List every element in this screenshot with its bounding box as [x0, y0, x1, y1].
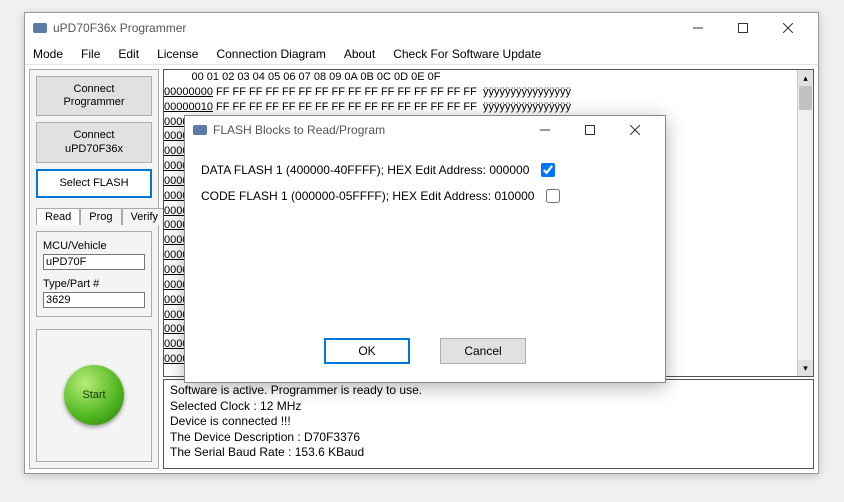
dialog-maximize-button[interactable]: [567, 115, 612, 145]
start-zone: Start: [36, 329, 152, 462]
log-line: Selected Clock : 12 MHz: [170, 399, 807, 415]
flash-option-2: CODE FLASH 1 (000000-05FFFF); HEX Edit A…: [201, 186, 649, 206]
cancel-button[interactable]: Cancel: [440, 338, 526, 364]
type-input[interactable]: [43, 292, 145, 308]
scroll-up-icon[interactable]: ▴: [798, 70, 813, 86]
dialog-titlebar[interactable]: FLASH Blocks to Read/Program: [185, 116, 665, 144]
dialog-body: DATA FLASH 1 (400000-40FFFF); HEX Edit A…: [185, 144, 665, 326]
menu-update[interactable]: Check For Software Update: [393, 47, 541, 61]
flash-option-2-label: CODE FLASH 1 (000000-05FFFF); HEX Edit A…: [201, 189, 534, 203]
dialog-buttons: OK Cancel: [185, 326, 665, 382]
flash-option-1: DATA FLASH 1 (400000-40FFFF); HEX Edit A…: [201, 160, 649, 180]
ok-button[interactable]: OK: [324, 338, 410, 364]
window-controls: [675, 13, 810, 43]
log-line: The Serial Baud Rate : 153.6 KBaud: [170, 445, 807, 461]
hex-scrollbar[interactable]: ▴ ▾: [797, 70, 813, 376]
mcu-label: MCU/Vehicle: [43, 240, 145, 252]
menu-license[interactable]: License: [157, 47, 198, 61]
tab-prog[interactable]: Prog: [80, 208, 121, 225]
hex-header: 00 01 02 03 04 05 06 07 08 09 0A 0B 0C 0…: [164, 70, 813, 85]
tab-read[interactable]: Read: [36, 208, 80, 225]
flash-option-1-checkbox[interactable]: [541, 163, 555, 177]
menu-edit[interactable]: Edit: [118, 47, 139, 61]
start-button[interactable]: Start: [64, 365, 124, 425]
mcu-input[interactable]: [43, 254, 145, 270]
dialog-close-button[interactable]: [612, 115, 657, 145]
main-titlebar[interactable]: uPD70F36x Programmer: [25, 13, 818, 43]
action-tabs: Read Prog Verify: [36, 208, 152, 225]
status-log: Software is active. Programmer is ready …: [163, 379, 814, 469]
minimize-button[interactable]: [675, 13, 720, 43]
log-line: Device is connected !!!: [170, 414, 807, 430]
maximize-button[interactable]: [720, 13, 765, 43]
flash-blocks-dialog: FLASH Blocks to Read/Program DATA FLASH …: [184, 115, 666, 383]
app-icon: [33, 23, 47, 33]
window-title: uPD70F36x Programmer: [53, 21, 675, 35]
connect-device-button[interactable]: Connect uPD70F36x: [36, 122, 152, 162]
log-line: Software is active. Programmer is ready …: [170, 383, 807, 399]
flash-option-1-label: DATA FLASH 1 (400000-40FFFF); HEX Edit A…: [201, 163, 529, 177]
dialog-title: FLASH Blocks to Read/Program: [213, 123, 522, 137]
connect-programmer-button[interactable]: Connect Programmer: [36, 76, 152, 116]
flash-option-2-checkbox[interactable]: [546, 189, 560, 203]
select-flash-button[interactable]: Select FLASH: [36, 169, 152, 198]
close-button[interactable]: [765, 13, 810, 43]
log-line: The Device Description : D70F3376: [170, 430, 807, 446]
sidebar: Connect Programmer Connect uPD70F36x Sel…: [29, 69, 159, 469]
scroll-thumb[interactable]: [799, 86, 812, 110]
dialog-minimize-button[interactable]: [522, 115, 567, 145]
scroll-down-icon[interactable]: ▾: [798, 360, 813, 376]
menu-connection[interactable]: Connection Diagram: [216, 47, 325, 61]
menu-file[interactable]: File: [81, 47, 100, 61]
type-label: Type/Part #: [43, 278, 145, 290]
start-label: Start: [82, 389, 105, 401]
tab-verify[interactable]: Verify: [122, 208, 168, 225]
dialog-icon: [193, 125, 207, 135]
menu-about[interactable]: About: [344, 47, 375, 61]
menubar: Mode File Edit License Connection Diagra…: [25, 43, 818, 65]
tab-panel-read: MCU/Vehicle Type/Part #: [36, 231, 152, 317]
menu-mode[interactable]: Mode: [33, 47, 63, 61]
